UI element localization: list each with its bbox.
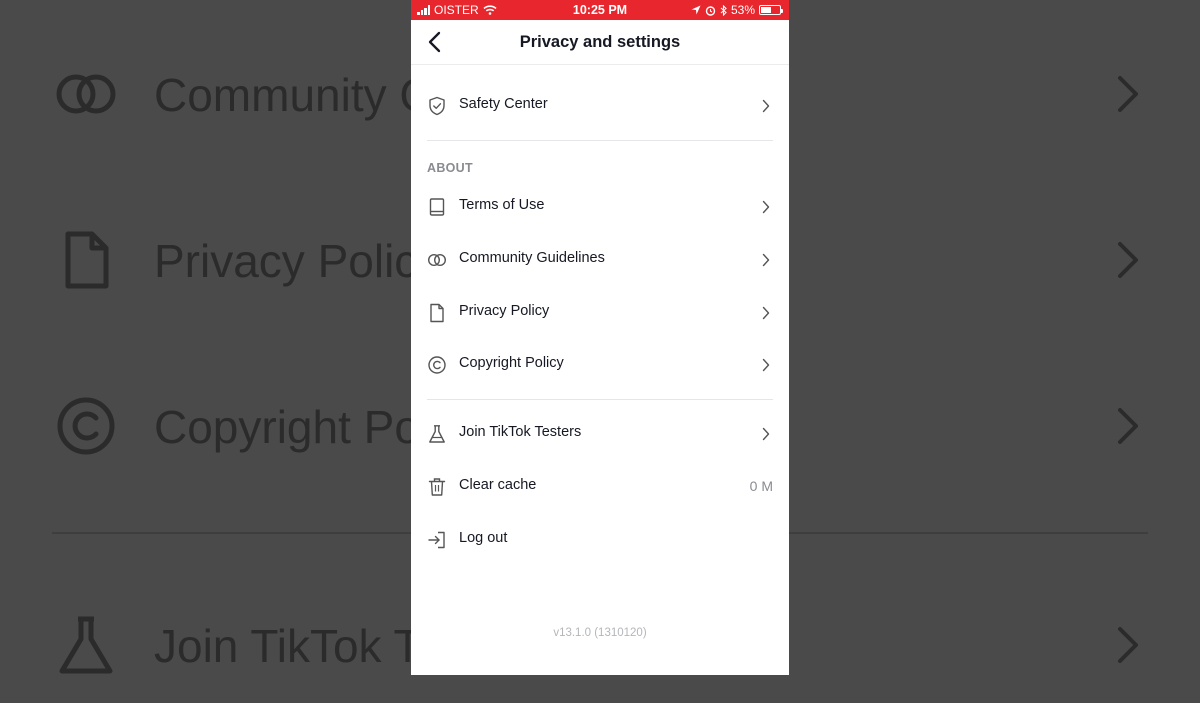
terms-of-use-label: Terms of Use <box>459 197 545 213</box>
community-guidelines-row[interactable]: Community Guidelines <box>411 235 789 285</box>
chevron-right-icon <box>762 427 770 441</box>
copyright-policy-row[interactable]: Copyright Policy <box>411 340 789 390</box>
logout-icon <box>428 531 445 549</box>
copyright-policy-label: Copyright Policy <box>459 355 564 371</box>
chevron-right-icon <box>762 99 770 113</box>
document-icon <box>430 303 444 323</box>
status-bar: OISTER 10:25 PM 53% <box>411 0 789 20</box>
status-right: 53% <box>691 3 783 17</box>
rings-icon <box>427 253 447 267</box>
safety-center-label: Safety Center <box>459 96 548 112</box>
rings-icon <box>56 74 116 114</box>
shield-check-icon <box>429 96 445 116</box>
flask-icon <box>59 616 113 674</box>
battery-icon <box>759 5 783 15</box>
location-arrow-icon <box>691 5 701 15</box>
bluetooth-icon <box>720 4 727 16</box>
battery-fill <box>761 7 771 13</box>
bg-label-copyright: Copyright Po <box>154 401 420 453</box>
privacy-policy-row[interactable]: Privacy Policy <box>411 288 789 338</box>
safety-center-row[interactable]: Safety Center <box>411 81 789 131</box>
alarm-icon <box>705 5 716 16</box>
bg-label-community: Community G <box>154 69 436 121</box>
clear-cache-row[interactable]: Clear cache 0 M <box>411 462 789 512</box>
divider <box>427 399 773 400</box>
trash-icon <box>428 478 446 496</box>
bg-label-join: Join TikTok T <box>154 620 422 672</box>
nav-bar: Privacy and settings <box>411 20 789 65</box>
chevron-right-icon <box>1118 627 1138 663</box>
chevron-right-icon <box>762 306 770 320</box>
book-icon <box>429 198 445 216</box>
copyright-icon <box>57 397 115 455</box>
clear-cache-label: Clear cache <box>459 477 537 493</box>
phone-screen: OISTER 10:25 PM 53% Privacy and settings… <box>411 0 789 675</box>
app-version: v13.1.0 (1310120) <box>553 627 647 639</box>
chevron-right-icon <box>762 358 770 372</box>
log-out-row[interactable]: Log out <box>411 515 789 565</box>
chevron-right-icon <box>1118 408 1138 444</box>
terms-of-use-row[interactable]: Terms of Use <box>411 182 789 232</box>
join-testers-label: Join TikTok Testers <box>459 424 582 440</box>
log-out-label: Log out <box>459 530 508 546</box>
privacy-policy-label: Privacy Policy <box>459 303 550 319</box>
community-guidelines-label: Community Guidelines <box>459 250 605 266</box>
flask-icon <box>429 425 445 443</box>
chevron-right-icon <box>1118 76 1138 112</box>
section-header-about: ABOUT <box>427 161 473 175</box>
chevron-right-icon <box>762 253 770 267</box>
divider <box>427 140 773 141</box>
bg-label-privacy: Privacy Polic <box>154 235 418 287</box>
join-testers-row[interactable]: Join TikTok Testers <box>411 409 789 459</box>
chevron-right-icon <box>1118 242 1138 278</box>
document-icon <box>65 231 109 289</box>
cache-size-value: 0 M <box>749 478 773 494</box>
copyright-icon <box>428 356 446 374</box>
page-title: Privacy and settings <box>519 33 681 51</box>
chevron-right-icon <box>762 200 770 214</box>
battery-percent: 53% <box>730 3 755 17</box>
